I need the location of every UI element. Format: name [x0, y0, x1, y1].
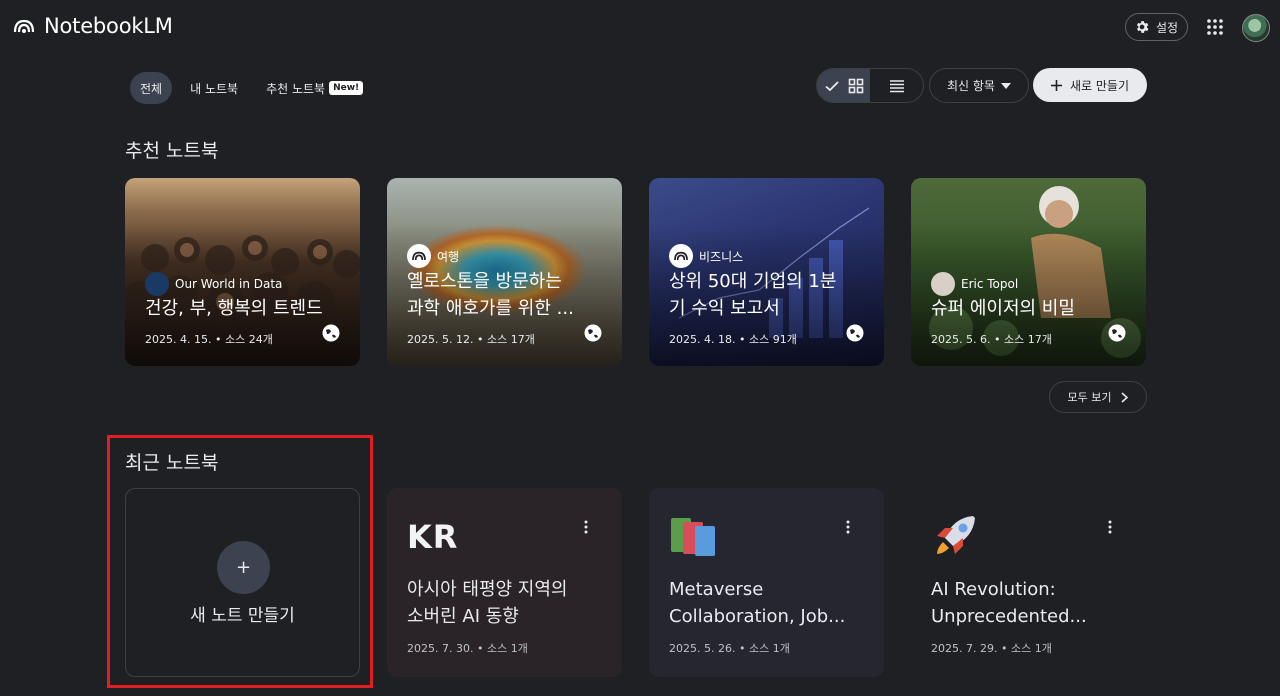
- globe-icon: [1108, 324, 1126, 342]
- notebook-card[interactable]: 🚀 AI Revolution: Unprecedented... 2025. …: [911, 488, 1146, 677]
- card-source-name: Eric Topol: [961, 277, 1019, 291]
- brand[interactable]: NotebookLM: [12, 14, 173, 38]
- card-meta: 2025. 7. 29. • 소스 1개: [931, 642, 1052, 655]
- list-view-button[interactable]: [870, 69, 923, 102]
- sort-label: 최신 항목: [947, 79, 995, 93]
- globe-icon: [846, 324, 864, 342]
- card-title-line: Unprecedented...: [931, 606, 1087, 627]
- card-source: 여행: [407, 244, 459, 268]
- new-notebook-label: 새 노트 만들기: [190, 606, 295, 626]
- featured-card[interactable]: Eric Topol 슈퍼 에이저의 비밀 2025. 5. 6. • 소스 1…: [911, 178, 1146, 366]
- create-label: 새로 만들기: [1069, 78, 1129, 93]
- card-title-line: 아시아 태평양 지역의: [407, 579, 568, 600]
- card-title: 옐로스톤을 방문하는 과학 애호가를 위한 ...: [407, 268, 607, 322]
- globe-icon: [322, 324, 340, 342]
- featured-section-title: 추천 노트북: [125, 140, 219, 162]
- create-new-button[interactable]: 새로 만들기: [1033, 68, 1147, 102]
- featured-card[interactable]: Our World in Data 건강, 부, 행복의 트렌드 2025. 4…: [125, 178, 360, 366]
- grid-view-button[interactable]: [817, 69, 870, 102]
- card-title: 상위 50대 기업의 1분 기 수익 보고서: [669, 268, 869, 322]
- globe-icon: [584, 324, 602, 342]
- card-title-line: 소버린 AI 동향: [407, 606, 519, 627]
- tab-all[interactable]: 전체: [130, 72, 173, 104]
- more-options-icon[interactable]: [845, 520, 851, 534]
- card-source-name: Our World in Data: [175, 277, 283, 291]
- card-meta: 2025. 5. 26. • 소스 1개: [669, 642, 790, 655]
- apps-grid-icon[interactable]: [1206, 18, 1224, 36]
- app-name: NotebookLM: [44, 14, 173, 38]
- books-icon: [671, 518, 715, 556]
- chevron-right-icon: [1121, 391, 1129, 403]
- tab-all-label: 전체: [140, 81, 163, 96]
- caret-down-icon: [1000, 82, 1011, 89]
- card-title-line: 옐로스톤을 방문하는: [407, 271, 562, 292]
- filter-tabs: 전체 내 노트북 추천 노트북 New!: [130, 72, 373, 104]
- top-bar: NotebookLM 설정: [0, 0, 1280, 56]
- tab-my-notebooks[interactable]: 내 노트북: [180, 72, 248, 104]
- new-notebook-card[interactable]: + 새 노트 만들기: [125, 488, 360, 677]
- card-title: AI Revolution: Unprecedented...: [931, 576, 1131, 630]
- card-title: 아시아 태평양 지역의 소버린 AI 동향: [407, 576, 607, 630]
- tab-featured-label: 추천 노트북: [266, 81, 326, 96]
- rocket-icon: [937, 516, 975, 554]
- card-meta: 2025. 4. 15. • 소스 24개: [145, 333, 273, 346]
- more-options-icon[interactable]: [1107, 520, 1113, 534]
- featured-card[interactable]: 비즈니스 상위 50대 기업의 1분 기 수익 보고서 2025. 4. 18.…: [649, 178, 884, 366]
- see-all-label: 모두 보기: [1067, 391, 1112, 404]
- card-title: Metaverse Collaboration, Job...: [669, 576, 869, 630]
- new-badge: New!: [329, 81, 364, 95]
- card-emoji: KR: [407, 518, 459, 556]
- card-source-name: 비즈니스: [699, 249, 744, 264]
- source-logo-icon: [145, 272, 169, 296]
- source-avatar-icon: [931, 272, 955, 296]
- card-meta: 2025. 5. 12. • 소스 17개: [407, 333, 535, 346]
- more-options-icon[interactable]: [583, 520, 589, 534]
- grid-icon: [848, 78, 863, 93]
- card-title: 슈퍼 에이저의 비밀: [931, 295, 1131, 322]
- source-logo-icon: [407, 244, 431, 268]
- card-source: Our World in Data: [145, 272, 282, 296]
- source-logo-icon: [669, 244, 693, 268]
- tab-my-notebooks-label: 내 노트북: [190, 81, 239, 96]
- settings-label: 설정: [1156, 20, 1179, 35]
- settings-button[interactable]: 설정: [1125, 13, 1188, 41]
- card-title-line: Collaboration, Job...: [669, 606, 846, 627]
- view-toggle: [816, 68, 924, 103]
- card-source: 비즈니스: [669, 244, 743, 268]
- card-title-line: 과학 애호가를 위한 ...: [407, 298, 574, 319]
- card-title-line: Metaverse: [669, 579, 764, 600]
- card-title-line: 건강, 부, 행복의 트렌드: [145, 298, 323, 319]
- card-title-line: 슈퍼 에이저의 비밀: [931, 298, 1075, 319]
- card-meta: 2025. 5. 6. • 소스 17개: [931, 333, 1052, 346]
- list-icon: [889, 79, 904, 92]
- see-all-button[interactable]: 모두 보기: [1049, 381, 1147, 413]
- card-title-line: AI Revolution:: [931, 579, 1056, 600]
- featured-card[interactable]: 여행 옐로스톤을 방문하는 과학 애호가를 위한 ... 2025. 5. 12…: [387, 178, 622, 366]
- card-source-name: 여행: [437, 249, 460, 264]
- card-title-line: 기 수익 보고서: [669, 298, 780, 319]
- avatar[interactable]: [1242, 14, 1270, 42]
- gear-icon: [1136, 21, 1149, 33]
- tab-featured[interactable]: 추천 노트북 New!: [256, 72, 373, 104]
- card-meta: 2025. 7. 30. • 소스 1개: [407, 642, 528, 655]
- card-title-line: 상위 50대 기업의 1분: [669, 271, 837, 292]
- notebook-card[interactable]: 📚 Metaverse Collaboration, Job... 2025. …: [649, 488, 884, 677]
- sort-dropdown[interactable]: 최신 항목: [929, 68, 1029, 103]
- plus-icon: [1050, 79, 1062, 91]
- notebook-card[interactable]: KR 아시아 태평양 지역의 소버린 AI 동향 2025. 7. 30. • …: [387, 488, 622, 677]
- notebooklm-logo-icon: [13, 19, 35, 33]
- card-title: 건강, 부, 행복의 트렌드: [145, 295, 345, 322]
- check-icon: [824, 80, 839, 91]
- card-meta: 2025. 4. 18. • 소스 91개: [669, 333, 797, 346]
- card-source: Eric Topol: [931, 272, 1018, 296]
- plus-icon: +: [217, 541, 270, 594]
